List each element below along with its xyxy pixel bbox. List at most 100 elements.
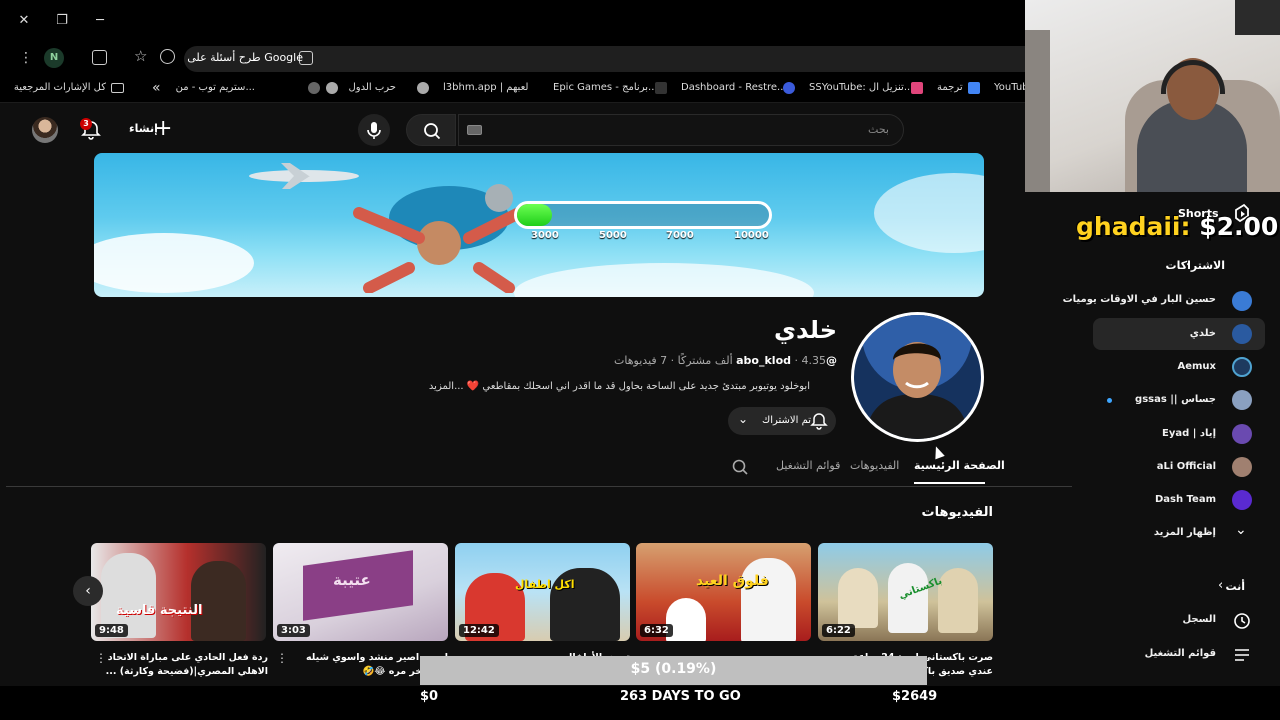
sidebar-history[interactable]: السجل — [1183, 614, 1217, 625]
channel-avatar-small — [1232, 390, 1252, 410]
search-icon — [424, 123, 441, 140]
keyboard-icon[interactable] — [467, 125, 482, 135]
progress-tick: 3000 — [531, 230, 559, 241]
mouse-cursor-icon — [931, 444, 945, 460]
browser-menu-icon[interactable]: ⋮ — [19, 50, 33, 66]
sidebar-subscription[interactable]: خلدي — [1190, 328, 1216, 339]
thumbnail-text: اكل اطفال — [515, 578, 575, 591]
chevron-left-icon[interactable]: ‹ — [1218, 578, 1223, 593]
video-thumbnail[interactable]: عتيبة 3:03 — [273, 543, 448, 641]
video-duration: 6:22 — [822, 624, 855, 637]
search-placeholder: بحث — [868, 123, 889, 136]
video-duration: 12:42 — [459, 624, 499, 637]
bell-icon — [810, 413, 828, 430]
video-thumbnail[interactable]: فلوق العيد 6:32 — [636, 543, 811, 641]
channel-avatar-small — [1232, 457, 1252, 477]
close-window-icon[interactable]: ✕ — [14, 11, 34, 31]
profile-icon[interactable]: N — [44, 48, 64, 68]
extensions-icon[interactable] — [92, 50, 107, 65]
shelf-previous-button[interactable]: ‹ — [73, 576, 103, 606]
address-bar[interactable]: طرح أسئلة على Google — [184, 46, 1025, 72]
video-thumbnail[interactable]: باكستاني 6:22 — [818, 543, 993, 641]
search-icon[interactable] — [731, 458, 749, 476]
history-icon — [1234, 613, 1250, 629]
bookmark-star-icon[interactable]: ☆ — [134, 47, 147, 65]
tab-videos[interactable]: الفيديوهات — [850, 459, 899, 472]
active-tab-indicator — [914, 482, 985, 484]
more-options-icon[interactable]: ⋮ — [95, 651, 107, 665]
skydiver-graphic — [353, 184, 535, 293]
chevron-down-icon: ⌄ — [738, 412, 749, 426]
channel-avatar-small — [1232, 357, 1252, 377]
progress-tick: 10000 — [734, 230, 769, 241]
sidebar-subscription[interactable]: حسين البار في الاوقات يوميات — [1063, 294, 1216, 305]
bookmarks-bar: كل الإشارات المرجعية « ستريم توب - من...… — [0, 75, 1035, 103]
channel-avatar-image — [862, 315, 972, 439]
chevrons-icon[interactable]: « — [152, 80, 161, 96]
donor-name: ghadaii: — [1076, 212, 1191, 241]
you-header[interactable]: أنت — [1225, 580, 1245, 593]
search-input[interactable]: بحث — [458, 114, 904, 146]
channel-name: خلدي — [774, 316, 837, 344]
video-title-line: ردة فعل الحادي على مباراة الاتحاد ضد — [106, 652, 268, 663]
channel-avatar[interactable] — [851, 312, 984, 442]
bookmark-item[interactable]: ترجمة — [937, 82, 963, 93]
plus-icon: + — [154, 116, 173, 141]
sidebar-subscription[interactable]: aLi Official — [1157, 461, 1216, 472]
video-duration: 6:32 — [640, 624, 673, 637]
subscriptions-header[interactable]: الاشتراكات — [1166, 259, 1225, 272]
search-button[interactable] — [406, 114, 456, 146]
sidebar-subscription[interactable]: Eyad | إياد — [1162, 428, 1216, 439]
video-thumbnail[interactable]: اكل اطفال 12:42 — [455, 543, 630, 641]
microphone-icon — [367, 122, 381, 139]
playlist-icon — [1235, 649, 1249, 661]
bookmark-favicon — [308, 82, 320, 94]
minimize-window-icon[interactable]: ─ — [90, 11, 110, 31]
goal-progress-fill — [517, 204, 553, 226]
folder-icon — [111, 83, 124, 93]
progress-tick: 7000 — [666, 230, 694, 241]
bookmark-all[interactable]: كل الإشارات المرجعية — [14, 82, 106, 93]
sidebar-subscription[interactable]: gssas || جساس — [1135, 394, 1216, 405]
video-thumbnail[interactable]: النتيجة قاسية 9:48 — [91, 543, 266, 641]
donation-amount: $2.00 — [1199, 212, 1279, 241]
chevron-down-icon[interactable]: ⌄ — [1235, 522, 1247, 538]
voice-search-button[interactable] — [358, 114, 390, 146]
channel-description[interactable]: ابوخلود يوتيوبر مبتدئ جديد على الساحة بح… — [429, 381, 810, 392]
account-avatar[interactable] — [32, 117, 58, 143]
subscribed-label: تم الاشتراك — [762, 415, 812, 426]
webcam-overlay — [1025, 0, 1280, 192]
more-options-icon[interactable]: ⋮ — [276, 651, 288, 665]
bookmark-item[interactable]: Epic Games - برنامج... — [553, 82, 658, 93]
translate-icon — [968, 82, 980, 94]
bookmark-item[interactable]: ستريم توب - من... — [176, 82, 255, 93]
create-button[interactable]: إنشاء + — [124, 116, 176, 144]
goal-progress-bar — [514, 201, 772, 229]
reload-icon[interactable] — [160, 49, 175, 64]
channel-avatar-small — [1232, 291, 1252, 311]
restore-window-icon[interactable]: ❐ — [52, 11, 72, 31]
tab-home[interactable]: الصفحة الرئيسية — [914, 459, 1005, 472]
sidebar-show-more[interactable]: إظهار المزيد — [1154, 527, 1216, 538]
sidebar-subscription[interactable]: Dash Team — [1155, 494, 1216, 505]
new-content-dot — [1107, 398, 1112, 403]
thumbnail-text: النتيجة قاسية — [116, 603, 203, 618]
chevron-left-icon[interactable]: ‹ — [1186, 257, 1191, 272]
chevron-left-icon: ‹ — [85, 583, 91, 599]
video-duration: 3:03 — [277, 624, 310, 637]
video-title[interactable]: ردة فعل الحادي على مباراة الاتحاد ضد الاه… — [106, 651, 268, 679]
goal-days-left: 263 DAYS TO GO — [620, 689, 741, 704]
sidebar-subscription[interactable]: Aemux — [1177, 361, 1216, 372]
bookmark-item[interactable]: SSYouTube: تنزيل ال... — [809, 82, 913, 93]
bookmark-item[interactable]: حرب الدول — [349, 82, 396, 93]
bookmark-item[interactable]: Dashboard - Restre... — [681, 82, 787, 93]
subscribed-button[interactable]: ⌄ تم الاشتراك — [728, 407, 836, 435]
globe-icon — [417, 82, 429, 94]
bookmark-item[interactable]: l3bhm.app | لعبهم — [443, 82, 528, 93]
headset-icon — [1161, 60, 1225, 94]
tab-playlists[interactable]: قوائم التشغيل — [776, 459, 840, 472]
thumbnail-text: فلوق العيد — [696, 573, 769, 589]
bookmark-favicon — [783, 82, 795, 94]
bookmark-favicon — [911, 82, 923, 94]
sidebar-playlists[interactable]: قوائم التشغيل — [1145, 648, 1216, 659]
